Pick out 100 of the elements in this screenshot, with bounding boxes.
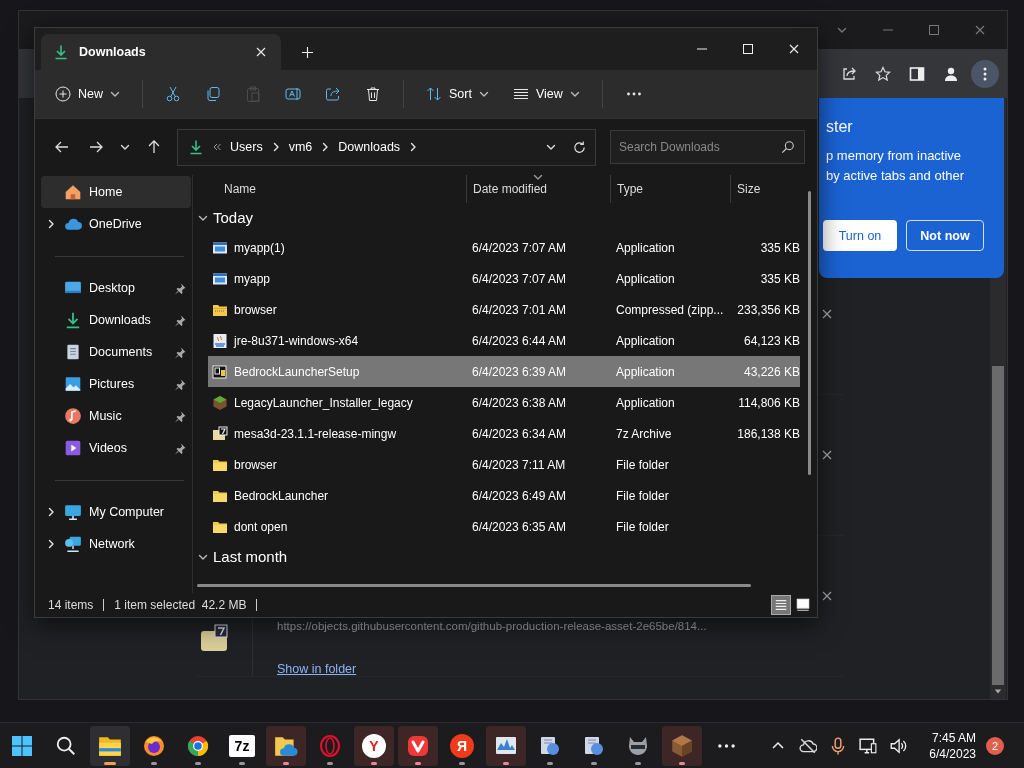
group-header[interactable]: Today bbox=[198, 203, 817, 232]
menu-button[interactable] bbox=[971, 59, 999, 88]
image-icon bbox=[64, 375, 82, 393]
secondary-button[interactable]: Turn on bbox=[823, 220, 897, 251]
scroll-down-icon[interactable] bbox=[994, 688, 1002, 696]
date-cell: 6/4/2023 6:39 AM bbox=[472, 364, 567, 379]
archive-file-icon bbox=[199, 623, 229, 653]
file-row[interactable]: myapp(1) 6/4/2023 7:07 AM Application 335 KB bbox=[208, 232, 800, 263]
date-cell: 6/4/2023 6:35 AM bbox=[472, 519, 567, 534]
file-name: dont open bbox=[234, 519, 288, 534]
date-cell: 6/4/2023 7:07 AM bbox=[472, 240, 567, 255]
type-cell: Application bbox=[616, 364, 675, 379]
share-icon bbox=[325, 86, 341, 102]
sidebar-item[interactable]: Downloads bbox=[41, 304, 191, 336]
file-name: BedrockLauncher bbox=[234, 488, 329, 503]
sidebar-item[interactable]: Desktop bbox=[41, 272, 191, 304]
view-button[interactable]: View bbox=[504, 77, 588, 111]
details-view-button[interactable] bbox=[771, 595, 791, 615]
share-icon bbox=[841, 65, 857, 82]
sidebar-item[interactable]: Videos bbox=[41, 432, 191, 464]
file-row[interactable]: dont open 6/4/2023 6:35 AM File folder bbox=[208, 511, 800, 542]
size-cell: 233,356 KB bbox=[737, 302, 800, 317]
taskbar-button[interactable]: Я bbox=[442, 725, 482, 766]
sidebar-item[interactable]: Music bbox=[41, 400, 191, 432]
sidebar-item[interactable]: Documents bbox=[41, 336, 191, 368]
column-header[interactable]: Type bbox=[610, 175, 730, 203]
taskbar-button[interactable] bbox=[398, 725, 438, 766]
plus-icon bbox=[55, 86, 71, 102]
cube-icon bbox=[669, 732, 695, 759]
close-tab-icon[interactable] bbox=[255, 46, 267, 58]
taskbar-button[interactable]: 7z bbox=[222, 725, 262, 766]
clipboard-icon bbox=[245, 86, 261, 102]
sidebar-label: Network bbox=[89, 537, 136, 551]
star-icon bbox=[875, 65, 891, 82]
breadcrumb[interactable]: Downloads bbox=[338, 140, 401, 154]
file-row[interactable]: LegacyLauncher_Installer_legacy 6/4/2023 6:38 AM Application 114,806 KB bbox=[208, 387, 800, 418]
column-header[interactable]: Name bbox=[208, 175, 466, 203]
sidebar-item[interactable]: OneDrive bbox=[41, 208, 191, 240]
taskbar-button[interactable] bbox=[90, 725, 130, 766]
tab[interactable]: Downloads bbox=[41, 34, 281, 70]
new-button[interactable]: New bbox=[47, 77, 128, 111]
column-header[interactable]: Date modified bbox=[466, 175, 610, 203]
pin-icon bbox=[175, 346, 187, 358]
more-icon bbox=[717, 743, 735, 748]
cloud-off-icon bbox=[799, 736, 818, 755]
sidebar-item[interactable]: Home bbox=[41, 176, 191, 208]
column-header[interactable]: Size bbox=[730, 175, 800, 203]
file-row[interactable]: BedrockLauncherSetup 6/4/2023 6:39 AM Application 43,226 KB bbox=[208, 356, 800, 387]
maximize-icon bbox=[742, 43, 754, 55]
installer-icon bbox=[212, 332, 228, 349]
search-field[interactable]: Search Downloads bbox=[610, 130, 805, 164]
app-logo: Я bbox=[450, 733, 474, 758]
sidebar-item[interactable]: Network bbox=[41, 528, 191, 560]
time: 7:45 AM bbox=[931, 729, 976, 746]
download-icon bbox=[64, 311, 82, 329]
file-row[interactable]: jre-8u371-windows-x64 6/4/2023 6:44 AM Application 64,123 KB bbox=[208, 325, 800, 356]
file-row[interactable]: myapp 6/4/2023 7:07 AM Application 335 KB bbox=[208, 263, 800, 294]
size-cell: 335 KB bbox=[760, 271, 800, 286]
network-icon bbox=[64, 535, 82, 553]
popup-text: p memory from inactive bbox=[826, 147, 963, 165]
address-bar[interactable]: Users vm6 Downloads bbox=[177, 128, 596, 166]
chevron-down-icon bbox=[837, 25, 847, 35]
person-icon bbox=[943, 65, 959, 82]
chevron-down-icon bbox=[119, 142, 130, 152]
caret-icon bbox=[569, 89, 580, 99]
type-cell: File folder bbox=[616, 488, 669, 503]
trash-icon bbox=[365, 86, 381, 102]
sort-button[interactable]: Sort bbox=[418, 77, 497, 111]
clock[interactable]: 7:45 AM 6/4/2023 bbox=[929, 729, 976, 762]
group-header[interactable]: Last month bbox=[198, 542, 817, 571]
taskbar-button[interactable] bbox=[486, 725, 526, 766]
file-name: myapp bbox=[234, 271, 271, 286]
sidebar-label: Music bbox=[89, 409, 123, 423]
volume-icon bbox=[889, 736, 908, 755]
details-icon bbox=[774, 598, 788, 612]
taskbar-button[interactable] bbox=[266, 725, 306, 766]
scrollbar[interactable] bbox=[808, 191, 811, 475]
notification-badge[interactable]: 2 bbox=[986, 736, 1004, 755]
breadcrumb[interactable]: Users bbox=[230, 140, 263, 154]
file-row[interactable]: browser 6/4/2023 7:01 AM Compressed (zipp... 233,356 KB bbox=[208, 294, 800, 325]
sidebar-item[interactable]: Pictures bbox=[41, 368, 191, 400]
file-row[interactable]: BedrockLauncher 6/4/2023 6:49 AM File folder bbox=[208, 480, 800, 511]
music-icon bbox=[64, 407, 82, 425]
file-name: BedrockLauncherSetup bbox=[234, 364, 360, 379]
primary-button[interactable]: Not now bbox=[906, 220, 984, 251]
sort-icon bbox=[426, 86, 442, 102]
archive-window-icon bbox=[212, 363, 228, 380]
taskbar-button[interactable]: Y bbox=[354, 725, 394, 766]
download-icon bbox=[53, 44, 69, 60]
rename-icon bbox=[285, 86, 301, 102]
breadcrumb[interactable]: vm6 bbox=[288, 140, 313, 154]
file-row[interactable]: browser 6/4/2023 7:11 AM File folder bbox=[208, 449, 800, 480]
type-cell: 7z Archive bbox=[616, 426, 672, 441]
scrollbar[interactable] bbox=[197, 584, 751, 587]
sidebar-item[interactable]: My Computer bbox=[41, 496, 191, 528]
show-in-folder-link[interactable]: Show in folder bbox=[277, 662, 357, 676]
type-cell: File folder bbox=[616, 519, 669, 534]
app-logo: 7z bbox=[229, 734, 255, 757]
caret-icon bbox=[478, 89, 489, 99]
file-row[interactable]: mesa3d-23.1.1-release-mingw 6/4/2023 6:34 AM 7z Archive 186,138 KB bbox=[208, 418, 800, 449]
